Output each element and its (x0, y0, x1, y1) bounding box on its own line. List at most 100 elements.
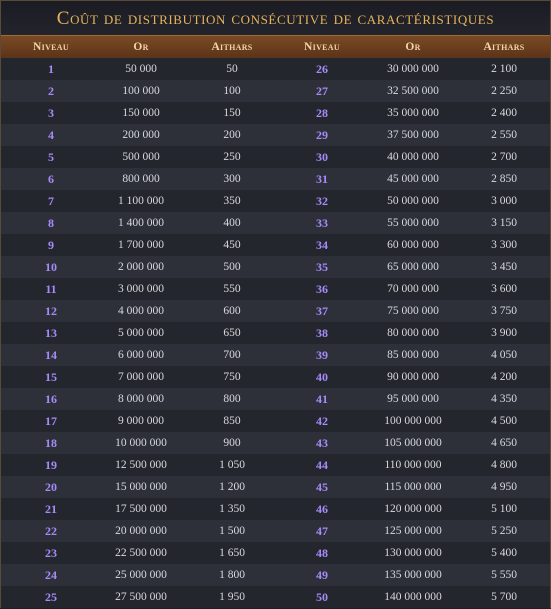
gold-cell: 120 000 000 (384, 503, 442, 515)
level-cell: 41 (316, 392, 328, 406)
gold-cell: 37 500 000 (387, 129, 439, 141)
aithars-cell: 850 (223, 415, 241, 427)
gold-cell: 1 700 000 (118, 239, 164, 251)
level-cell: 39 (316, 348, 328, 362)
table-row: 3 150 000 150 28 35 000 000 2 400 (1, 102, 550, 124)
gold-cell: 115 000 000 (384, 481, 442, 493)
aithars-cell: 2 400 (491, 107, 517, 119)
gold-cell: 130 000 000 (384, 547, 442, 559)
level-cell: 21 (45, 502, 57, 516)
aithars-cell: 650 (223, 327, 241, 339)
gold-cell: 7 000 000 (118, 371, 164, 383)
level-cell: 30 (316, 150, 328, 164)
level-cell: 46 (316, 502, 328, 516)
gold-cell: 70 000 000 (387, 283, 439, 295)
table-row: 4 200 000 200 29 37 500 000 2 550 (1, 124, 550, 146)
gold-cell: 9 000 000 (118, 415, 164, 427)
aithars-cell: 1 800 (219, 569, 245, 581)
level-cell: 10 (45, 260, 57, 274)
level-cell: 38 (316, 326, 328, 340)
aithars-cell: 5 550 (491, 569, 517, 581)
aithars-cell: 4 650 (491, 437, 517, 449)
level-cell: 6 (48, 172, 54, 186)
level-cell: 8 (48, 216, 54, 230)
aithars-cell: 400 (223, 217, 241, 229)
aithars-cell: 4 500 (491, 415, 517, 427)
table-row: 18 10 000 000 900 43 105 000 000 4 650 (1, 432, 550, 454)
aithars-cell: 4 800 (491, 459, 517, 471)
gold-cell: 90 000 000 (387, 371, 439, 383)
level-cell: 27 (316, 84, 328, 98)
level-cell: 24 (45, 568, 57, 582)
level-cell: 4 (48, 128, 54, 142)
aithars-cell: 350 (223, 195, 241, 207)
gold-cell: 80 000 000 (387, 327, 439, 339)
gold-cell: 200 000 (122, 129, 160, 141)
level-cell: 36 (316, 282, 328, 296)
gold-cell: 25 000 000 (115, 569, 167, 581)
gold-cell: 32 500 000 (387, 85, 439, 97)
level-cell: 23 (45, 546, 57, 560)
table-row: 24 25 000 000 1 800 49 135 000 000 5 550 (1, 564, 550, 586)
header-or-1: Or (133, 41, 149, 53)
level-cell: 15 (45, 370, 57, 384)
gold-cell: 3 000 000 (118, 283, 164, 295)
level-cell: 45 (316, 480, 328, 494)
level-cell: 19 (45, 458, 57, 472)
table-title: Coût de distribution consécutive de cara… (1, 1, 550, 35)
table-row: 8 1 400 000 400 33 55 000 000 3 150 (1, 212, 550, 234)
aithars-cell: 1 350 (219, 503, 245, 515)
table-body: 1 50 000 50 26 30 000 000 2 100 2 100 000 100 27 3… (1, 58, 550, 608)
gold-cell: 50 000 (125, 63, 157, 75)
level-cell: 11 (45, 282, 57, 296)
level-cell: 26 (316, 62, 328, 76)
aithars-cell: 5 700 (491, 591, 517, 603)
aithars-cell: 500 (223, 261, 241, 273)
gold-cell: 150 000 (122, 107, 160, 119)
table-row: 7 1 100 000 350 32 50 000 000 3 000 (1, 190, 550, 212)
gold-cell: 40 000 000 (387, 151, 439, 163)
gold-cell: 60 000 000 (387, 239, 439, 251)
gold-cell: 135 000 000 (384, 569, 442, 581)
gold-cell: 15 000 000 (115, 481, 167, 493)
gold-cell: 12 500 000 (115, 459, 167, 471)
gold-cell: 35 000 000 (387, 107, 439, 119)
level-cell: 35 (316, 260, 328, 274)
level-cell: 22 (45, 524, 57, 538)
aithars-cell: 800 (223, 393, 241, 405)
aithars-cell: 200 (223, 129, 241, 141)
table-row: 14 6 000 000 700 39 85 000 000 4 050 (1, 344, 550, 366)
gold-cell: 17 500 000 (115, 503, 167, 515)
aithars-cell: 1 500 (219, 525, 245, 537)
level-cell: 20 (45, 480, 57, 494)
level-cell: 13 (45, 326, 57, 340)
table-row: 9 1 700 000 450 34 60 000 000 3 300 (1, 234, 550, 256)
header-niveau-1: Niveau (33, 41, 69, 53)
gold-cell: 1 100 000 (118, 195, 164, 207)
gold-cell: 110 000 000 (384, 459, 442, 471)
aithars-cell: 3 150 (491, 217, 517, 229)
aithars-cell: 5 100 (491, 503, 517, 515)
level-cell: 34 (316, 238, 328, 252)
table-row: 13 5 000 000 650 38 80 000 000 3 900 (1, 322, 550, 344)
aithars-cell: 4 950 (491, 481, 517, 493)
aithars-cell: 2 250 (491, 85, 517, 97)
cost-table-panel: Coût de distribution consécutive de cara… (0, 0, 551, 608)
table-row: 16 8 000 000 800 41 95 000 000 4 350 (1, 388, 550, 410)
header-niveau-2: Niveau (304, 41, 340, 53)
level-cell: 37 (316, 304, 328, 318)
gold-cell: 30 000 000 (387, 63, 439, 75)
header-or-2: Or (405, 41, 421, 53)
gold-cell: 10 000 000 (115, 437, 167, 449)
level-cell: 43 (316, 436, 328, 450)
gold-cell: 50 000 000 (387, 195, 439, 207)
level-cell: 14 (45, 348, 57, 362)
table-row: 15 7 000 000 750 40 90 000 000 4 200 (1, 366, 550, 388)
table-row: 22 20 000 000 1 500 47 125 000 000 5 250 (1, 520, 550, 542)
gold-cell: 125 000 000 (384, 525, 442, 537)
table-row: 21 17 500 000 1 350 46 120 000 000 5 100 (1, 498, 550, 520)
table-row: 20 15 000 000 1 200 45 115 000 000 4 950 (1, 476, 550, 498)
aithars-cell: 4 350 (491, 393, 517, 405)
gold-cell: 22 500 000 (115, 547, 167, 559)
level-cell: 12 (45, 304, 57, 318)
